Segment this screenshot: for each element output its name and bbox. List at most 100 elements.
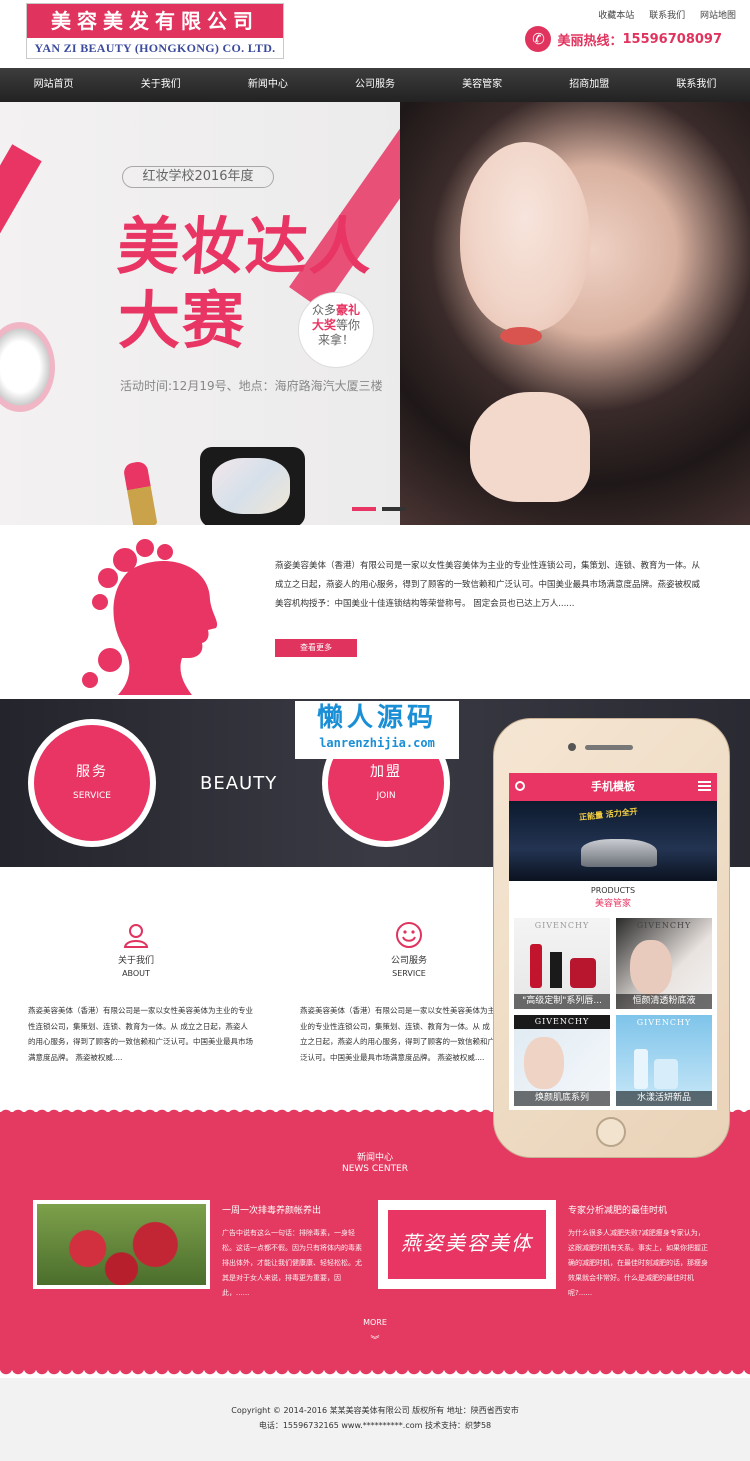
gift-badge: 众多豪礼 大奖等你 来拿！ (298, 292, 374, 368)
car-image (581, 839, 657, 867)
top-link-sitemap[interactable]: 网站地图 (700, 11, 736, 21)
banner-title-line2: 大赛 (118, 284, 247, 357)
product-caption: "高级定制"系列唇... (514, 994, 610, 1009)
lipstick-image (122, 460, 158, 525)
service-title-cn[interactable]: 公司服务 (379, 953, 439, 966)
footer-copyright: Copyright © 2014-2016 某某美容美体有限公司 版权所有 地址… (231, 1406, 519, 1415)
slider-dot[interactable] (382, 507, 406, 511)
mobile-car-banner[interactable]: 正能量 活力全开 (509, 801, 717, 881)
about-title-en: ABOUT (122, 969, 150, 978)
join-circle-cn: 加盟 (370, 764, 402, 780)
mobile-products-en: PRODUCTS (590, 886, 636, 895)
model-face (524, 1037, 564, 1089)
news-title-en: NEWS CENTER (341, 1164, 409, 1174)
news-item1-text: 广告中说有这么一句话：排除毒素，一身轻松。这话一点都不假。因为只有将体内的毒素排… (222, 1229, 362, 1297)
top-link-bookmark[interactable]: 收藏本站 (598, 11, 634, 21)
company-logo[interactable]: 美容美发有限公司 YAN ZI BEAUTY (HONGKONG) CO. LT… (26, 3, 284, 59)
service-circle-cn: 服务 (76, 764, 108, 780)
gift-text3: 来拿！ (317, 333, 354, 347)
nav-item-beauty-butler[interactable]: 美容管家 (429, 68, 536, 102)
bottle-product (654, 1059, 678, 1089)
nav-item-services[interactable]: 公司服务 (321, 68, 428, 102)
banner-tag: 红妆学校2016年度 (122, 166, 274, 188)
double-chevron-down-icon[interactable]: ︾ (0, 1337, 750, 1346)
lipstick-product (530, 944, 542, 988)
gift-text2: 等你 (336, 318, 361, 332)
lipstick-product (570, 958, 596, 988)
search-icon[interactable] (515, 781, 525, 791)
service-text: 燕姿美容美体（香港）有限公司是一家以女性美容美体为主业的专业性连锁公司，集策划、… (300, 1006, 495, 1062)
site-footer: Copyright © 2014-2016 某某美容美体有限公司 版权所有 地址… (0, 1378, 750, 1461)
news-apple-image[interactable] (33, 1200, 210, 1289)
phone-camera (568, 743, 576, 751)
product-card[interactable]: GIVENCHY 焕颜肌底系列 (514, 1015, 610, 1106)
view-more-button[interactable]: 查看更多 (275, 639, 357, 657)
mobile-header-title: 手机模板 (591, 780, 635, 793)
user-icon (122, 921, 150, 949)
lipstick-product (550, 952, 562, 988)
site-header: 美容美发有限公司 YAN ZI BEAUTY (HONGKONG) CO. LT… (0, 0, 750, 68)
slider-dots (352, 507, 406, 511)
news-item2-text: 为什么很多人减肥失败?减肥瘦身专家认为，这跟减肥时机有关系。事实上，如果你把握正… (568, 1229, 708, 1297)
service-title-en: SERVICE (392, 969, 426, 978)
intro-paragraph: 燕姿美容美体（香港）有限公司是一家以女性美容美体为主业的专业性连锁公司，集策划、… (275, 561, 701, 609)
hero-banner[interactable]: 红妆学校2016年度 美妆达人 大赛 众多豪礼 大奖等你 来拿！ 活动时间:12… (0, 102, 750, 525)
phone-speaker (585, 745, 633, 750)
phone-screen: 手机模板 正能量 活力全开 PRODUCTS 美容管家 GIVENCHY "高级… (509, 773, 717, 1110)
model-lips (500, 327, 542, 345)
slider-dot-active[interactable] (352, 507, 376, 511)
service-circle[interactable]: 服务 SERVICE (28, 719, 156, 847)
nav-item-franchise[interactable]: 招商加盟 (536, 68, 643, 102)
phone-home-button (596, 1117, 626, 1147)
mirror-image (0, 322, 55, 412)
menu-icon[interactable] (698, 781, 711, 791)
model-face (630, 940, 672, 995)
product-card[interactable]: GIVENCHY "高级定制"系列唇... (514, 918, 610, 1009)
product-brand: GIVENCHY (534, 921, 590, 930)
product-card[interactable]: GIVENCHY 水漾活妍新品 (616, 1015, 712, 1106)
beauty-word: BEAUTY (200, 773, 278, 794)
hotline-number: 15596708097 (622, 31, 723, 47)
product-brand: GIVENCHY (514, 1015, 610, 1029)
bottle-product (634, 1049, 648, 1089)
top-link-contact[interactable]: 联系我们 (649, 11, 685, 21)
gift-text: 众多 (311, 303, 336, 317)
mobile-header: 手机模板 (509, 773, 717, 801)
nav-item-about[interactable]: 关于我们 (107, 68, 214, 102)
product-caption: 水漾活妍新品 (616, 1091, 712, 1106)
service-circle-en: SERVICE (73, 791, 111, 801)
news-scallop-bottom (0, 1368, 750, 1378)
brand-image-text: 燕姿美容美体 (388, 1210, 546, 1279)
about-title-cn[interactable]: 关于我们 (106, 953, 166, 966)
watermark-cn: 懒人源码 (316, 703, 437, 733)
woman-silhouette-image (82, 539, 218, 695)
news-item2-title[interactable]: 专家分析减肥的最佳时机 (568, 1203, 667, 1216)
mobile-banner-text: 正能量 活力全开 (578, 806, 639, 823)
hotline: ✆ 美丽热线： 15596708097 (525, 26, 722, 52)
news-item1-title[interactable]: 一周一次排毒养颜帐养出 (222, 1203, 321, 1216)
model-face (460, 142, 590, 332)
gift-text-bold2: 大奖 (311, 318, 336, 332)
product-caption: 恒颜清透粉底液 (616, 994, 712, 1009)
decor-stripe (0, 144, 42, 300)
banner-event-time: 活动时间:12月19号、地点：海府路海汽大厦三楼 (120, 379, 383, 393)
nav-item-home[interactable]: 网站首页 (0, 68, 107, 102)
compact-powder (212, 458, 290, 514)
mobile-product-grid: GIVENCHY "高级定制"系列唇... GIVENCHY 恒颜清透粉底液 G… (514, 918, 712, 1106)
watermark-url: lanrenzhijia.com (319, 736, 435, 750)
intro-section: 燕姿美容美体（香港）有限公司是一家以女性美容美体为主业的专业性连锁公司，集策划、… (0, 525, 750, 699)
hotline-label: 美丽热线： (557, 33, 623, 49)
model-hand (470, 392, 590, 502)
gift-text-bold: 豪礼 (336, 303, 361, 317)
product-card[interactable]: GIVENCHY 恒颜清透粉底液 (616, 918, 712, 1009)
phone-icon: ✆ (525, 26, 552, 52)
smile-icon (395, 921, 423, 949)
news-brand-image[interactable]: 燕姿美容美体 (378, 1200, 556, 1289)
footer-contact: 电话：15596732165 www.**********.com 技术支持：织… (258, 1421, 492, 1430)
nav-item-contact[interactable]: 联系我们 (643, 68, 750, 102)
nav-item-news[interactable]: 新闻中心 (214, 68, 321, 102)
watermark-badge: 懒人源码 lanrenzhijia.com (295, 701, 459, 759)
logo-cn: 美容美发有限公司 (27, 4, 283, 38)
news-more-link[interactable]: MORE (0, 1318, 750, 1327)
product-caption: 焕颜肌底系列 (514, 1091, 610, 1106)
